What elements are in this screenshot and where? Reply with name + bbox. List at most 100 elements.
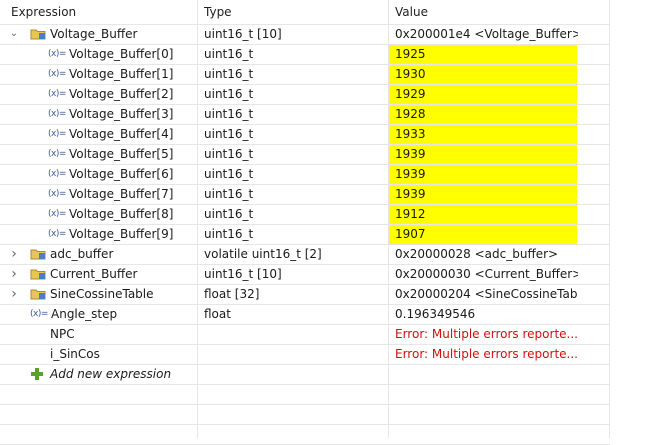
row-divider bbox=[0, 404, 610, 405]
row-divider bbox=[0, 224, 610, 225]
expression-value[interactable]: 0.196349546 bbox=[395, 304, 578, 324]
expression-name: Voltage_Buffer bbox=[50, 27, 138, 41]
expression-name: Voltage_Buffer[1] bbox=[69, 67, 174, 81]
expression-name: Voltage_Buffer[9] bbox=[69, 227, 174, 241]
expression-value[interactable]: 1939 bbox=[395, 164, 578, 184]
expression-value[interactable]: 1930 bbox=[395, 64, 578, 84]
expression-value[interactable]: 1929 bbox=[395, 84, 578, 104]
row-divider bbox=[0, 164, 610, 165]
table-row[interactable]: (x)= Voltage_Buffer[0] uint16_t 1925 bbox=[0, 44, 610, 64]
table-row[interactable]: (x)= Voltage_Buffer[4] uint16_t 1933 bbox=[0, 124, 610, 144]
expression-value[interactable]: 1933 bbox=[395, 124, 578, 144]
table-row[interactable]: › Current_Buffer uint16_t [10] 0x20000030 <… bbox=[0, 264, 610, 284]
add-new-expression[interactable]: Add new expression bbox=[50, 364, 171, 384]
table-row[interactable]: (x)= Voltage_Buffer[3] uint16_t 1928 bbox=[0, 104, 610, 124]
column-divider bbox=[388, 0, 389, 438]
table-row[interactable]: (x)= Voltage_Buffer[1] uint16_t 1930 bbox=[0, 64, 610, 84]
row-divider bbox=[0, 64, 610, 65]
expression-value[interactable]: 1907 bbox=[395, 224, 578, 244]
expression-type: uint16_t [10] bbox=[204, 267, 282, 281]
header-value[interactable]: Value bbox=[395, 0, 428, 24]
expression-value[interactable]: 0x20000204 <SineCossineTab... bbox=[395, 284, 578, 304]
expression-value[interactable]: 1925 bbox=[395, 44, 578, 64]
expression-type: uint16_t bbox=[204, 47, 254, 61]
expression-value[interactable]: Error: Multiple errors reporte... bbox=[395, 344, 578, 364]
row-divider bbox=[0, 104, 610, 105]
expression-name: Angle_step bbox=[51, 307, 118, 321]
table-row[interactable]: NPC Error: Multiple errors reporte... bbox=[0, 324, 610, 344]
array-folder-icon bbox=[30, 29, 46, 40]
table-row[interactable]: (x)= Angle_step float 0.196349546 bbox=[0, 304, 610, 324]
expression-type: uint16_t bbox=[204, 147, 254, 161]
table-row[interactable]: › adc_buffer volatile uint16_t [2] 0x200000… bbox=[0, 244, 610, 264]
table-row[interactable]: › SineCossineTable float [32] 0x20000204 <S… bbox=[0, 284, 610, 304]
expression-name: adc_buffer bbox=[50, 247, 114, 261]
column-divider bbox=[609, 0, 610, 438]
add-plus-icon[interactable] bbox=[30, 367, 44, 381]
chevron-right-icon[interactable]: › bbox=[8, 244, 20, 264]
expression-value[interactable]: 1912 bbox=[395, 204, 578, 224]
expression-type: volatile uint16_t [2] bbox=[204, 247, 322, 261]
expression-type: uint16_t bbox=[204, 167, 254, 181]
row-divider bbox=[0, 304, 610, 305]
table-row[interactable]: (x)= Voltage_Buffer[6] uint16_t 1939 bbox=[0, 164, 610, 184]
header-divider bbox=[0, 24, 610, 25]
expression-name: Voltage_Buffer[3] bbox=[69, 107, 174, 121]
expression-type: float bbox=[204, 307, 231, 321]
expression-value[interactable] bbox=[395, 364, 578, 384]
variable-icon: (x)= bbox=[48, 149, 66, 159]
expression-value[interactable]: 1939 bbox=[395, 144, 578, 164]
expression-name: SineCossineTable bbox=[50, 287, 154, 301]
variable-icon: (x)= bbox=[48, 49, 66, 59]
variable-icon: (x)= bbox=[48, 89, 66, 99]
expression-type: uint16_t bbox=[204, 127, 254, 141]
table-row[interactable]: (x)= Voltage_Buffer[9] uint16_t 1907 bbox=[0, 224, 610, 244]
table-row[interactable]: (x)= Voltage_Buffer[7] uint16_t 1939 bbox=[0, 184, 610, 204]
array-folder-icon bbox=[30, 249, 46, 260]
table-row[interactable]: (x)= Voltage_Buffer[8] uint16_t 1912 bbox=[0, 204, 610, 224]
table-row[interactable]: Add new expression bbox=[0, 364, 610, 384]
expression-value[interactable]: 0x20000030 <Current_Buffer> bbox=[395, 264, 578, 284]
expression-name: Voltage_Buffer[2] bbox=[69, 87, 174, 101]
expression-value[interactable]: 0x200001e4 <Voltage_Buffer> bbox=[395, 24, 578, 44]
chevron-right-icon[interactable]: › bbox=[8, 284, 20, 304]
chevron-down-icon[interactable]: ⌄ bbox=[8, 24, 20, 44]
expression-name: Voltage_Buffer[7] bbox=[69, 187, 174, 201]
expression-name: Voltage_Buffer[0] bbox=[69, 47, 174, 61]
expression-name: Current_Buffer bbox=[50, 267, 138, 281]
chevron-right-icon[interactable]: › bbox=[8, 264, 20, 284]
row-divider bbox=[0, 184, 610, 185]
variable-icon: (x)= bbox=[48, 229, 66, 239]
table-row[interactable]: (x)= Voltage_Buffer[2] uint16_t 1929 bbox=[0, 84, 610, 104]
variable-icon: (x)= bbox=[48, 69, 66, 79]
expression-name: i_SinCos bbox=[50, 347, 100, 361]
expression-name: Voltage_Buffer[5] bbox=[69, 147, 174, 161]
expression-name: Voltage_Buffer[4] bbox=[69, 127, 174, 141]
expression-type bbox=[204, 324, 387, 344]
row-divider bbox=[0, 44, 610, 45]
row-divider bbox=[0, 324, 610, 325]
table-row[interactable]: i_SinCos Error: Multiple errors reporte..… bbox=[0, 344, 610, 364]
expression-value[interactable]: 1928 bbox=[395, 104, 578, 124]
expression-type: uint16_t [10] bbox=[204, 27, 282, 41]
row-divider bbox=[0, 84, 610, 85]
expression-name: Voltage_Buffer[6] bbox=[69, 167, 174, 181]
expression-name: Voltage_Buffer[8] bbox=[69, 207, 174, 221]
table-row[interactable]: ⌄ Voltage_Buffer uint16_t [10] 0x200001e4 <… bbox=[0, 24, 610, 44]
expression-value[interactable]: Error: Multiple errors reporte... bbox=[395, 324, 578, 344]
row-divider bbox=[0, 344, 610, 345]
row-divider bbox=[0, 364, 610, 365]
variable-icon: (x)= bbox=[48, 129, 66, 139]
array-folder-icon bbox=[30, 269, 46, 280]
table-header: Expression Type Value bbox=[0, 0, 610, 24]
expression-value[interactable]: 1939 bbox=[395, 184, 578, 204]
expression-value[interactable]: 0x20000028 <adc_buffer> bbox=[395, 244, 578, 264]
expression-type bbox=[204, 364, 387, 384]
table-row[interactable]: (x)= Voltage_Buffer[5] uint16_t 1939 bbox=[0, 144, 610, 164]
row-divider bbox=[0, 204, 610, 205]
expression-type: uint16_t bbox=[204, 227, 254, 241]
expression-type: uint16_t bbox=[204, 187, 254, 201]
header-type[interactable]: Type bbox=[204, 0, 232, 24]
header-expression[interactable]: Expression bbox=[11, 0, 76, 24]
variable-icon: (x)= bbox=[48, 109, 66, 119]
